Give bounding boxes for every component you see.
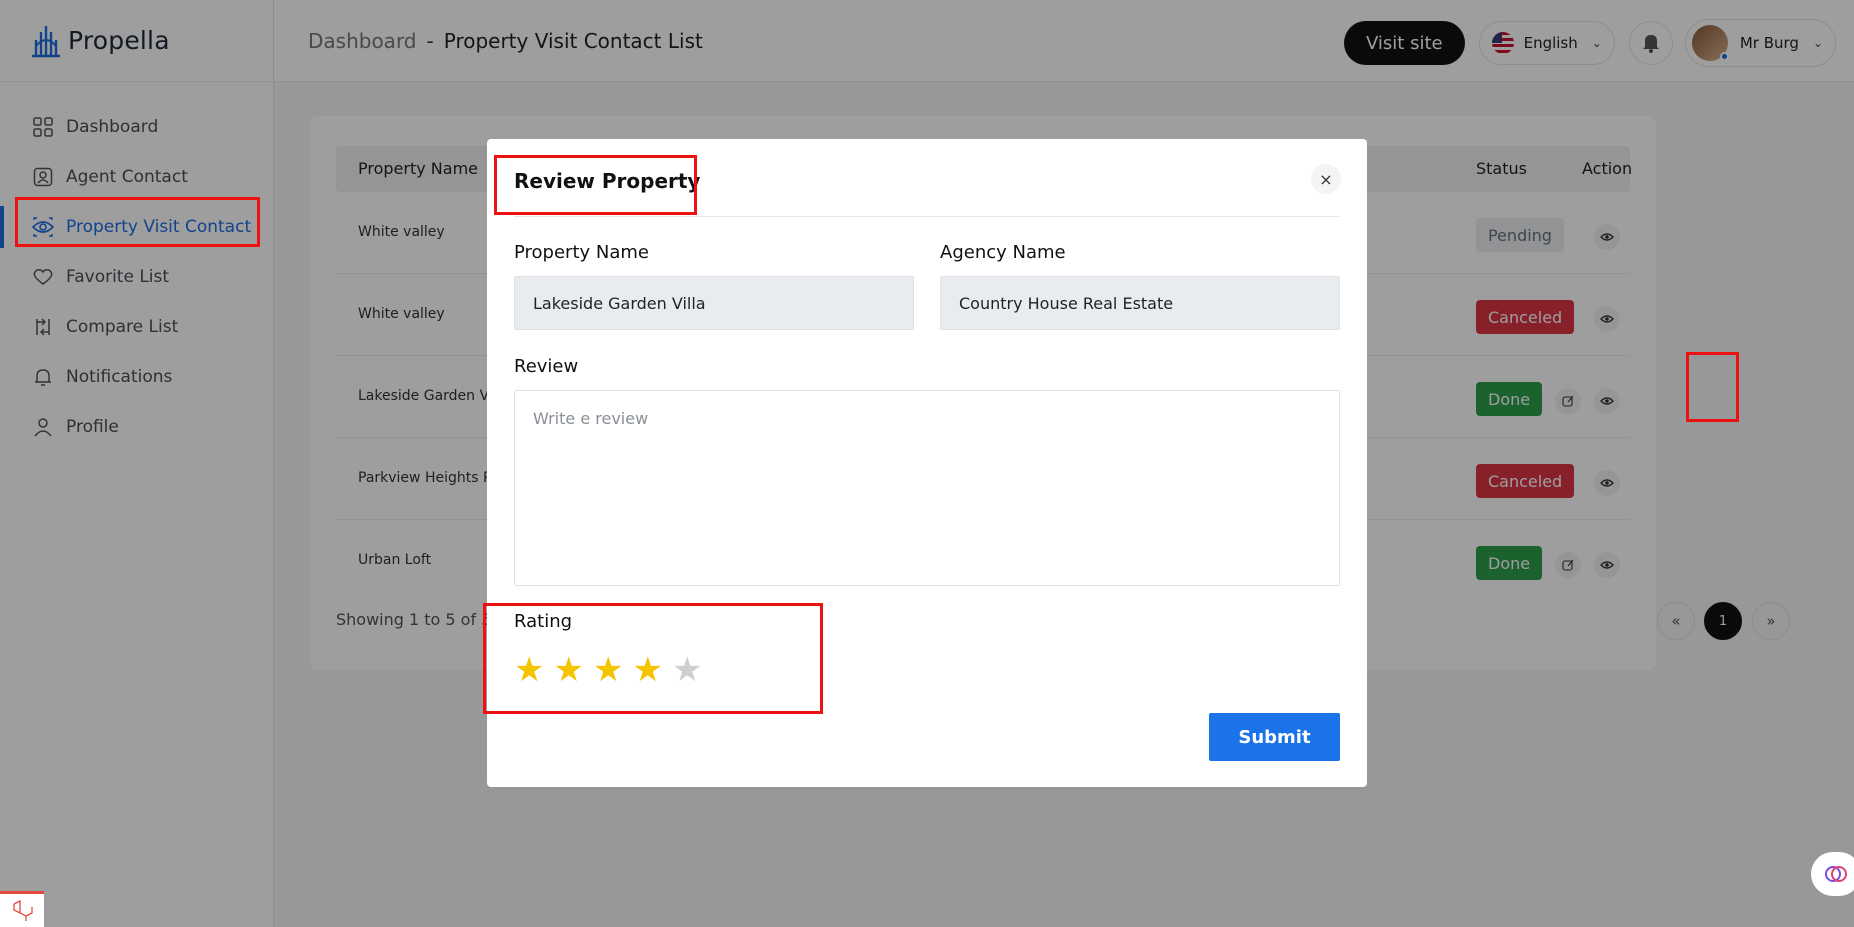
- highlight-box: [483, 603, 823, 714]
- laravel-icon[interactable]: [0, 891, 44, 927]
- review-textarea[interactable]: Write e review: [514, 390, 1340, 586]
- divider: [514, 216, 1340, 217]
- submit-button[interactable]: Submit: [1209, 713, 1340, 761]
- brain-icon: [1825, 866, 1847, 882]
- highlight-box: [494, 155, 697, 215]
- close-button[interactable]: ×: [1311, 164, 1341, 194]
- review-label: Review: [514, 356, 579, 377]
- highlight-box: [15, 197, 260, 247]
- agency-name-label: Agency Name: [940, 242, 1066, 263]
- agency-name-field[interactable]: Country House Real Estate: [940, 276, 1340, 330]
- property-name-label: Property Name: [514, 242, 649, 263]
- assistant-widget[interactable]: [1811, 852, 1854, 896]
- highlight-box: [1686, 352, 1739, 422]
- property-name-field[interactable]: Lakeside Garden Villa: [514, 276, 914, 330]
- close-icon: ×: [1319, 169, 1333, 189]
